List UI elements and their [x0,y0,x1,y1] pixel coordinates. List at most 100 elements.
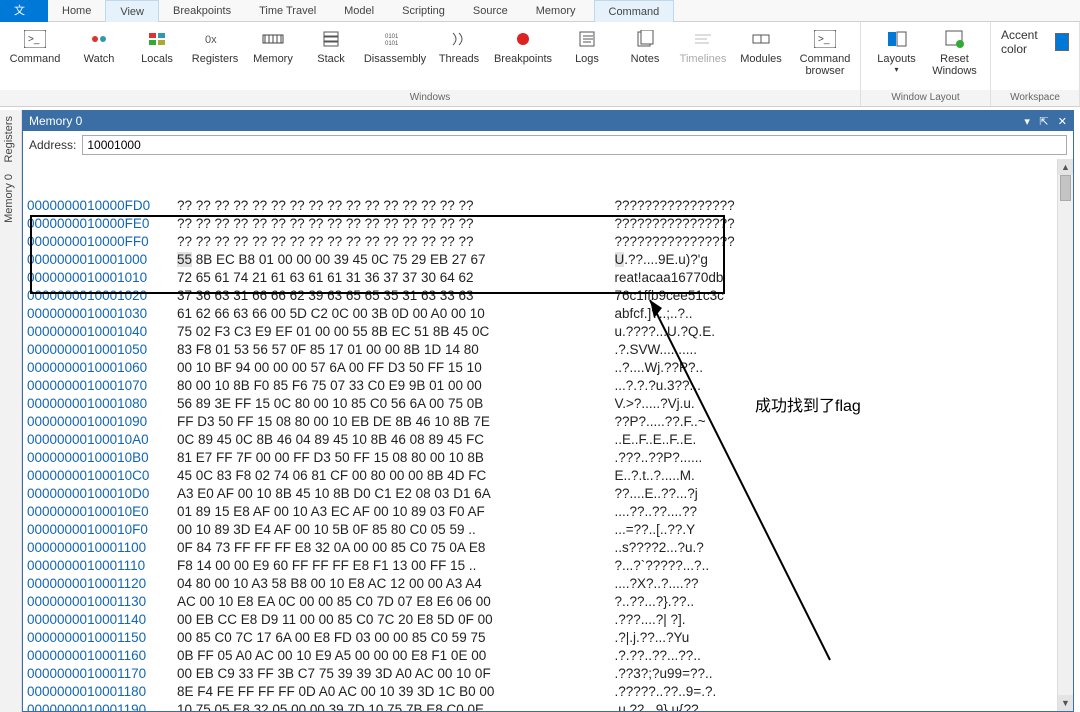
hex-row[interactable]: 00000000100011600B FF 05 A0 AC 00 10 E9 … [27,647,1069,665]
stack-icon [319,28,343,50]
ribbon-registers[interactable]: 0xRegisters [186,26,244,65]
hex-address: 0000000010001130 [27,593,177,611]
hex-dump[interactable]: 0000000010000FD0?? ?? ?? ?? ?? ?? ?? ?? … [23,159,1073,711]
hex-bytes: 04 80 00 10 A3 58 B8 00 10 E8 AC 12 00 0… [177,575,607,593]
svg-text:>_: >_ [818,34,830,45]
hex-row[interactable]: 0000000010000FF0?? ?? ?? ?? ?? ?? ?? ?? … [27,233,1069,251]
hex-ascii: ?..??...?}.??.. [607,593,694,611]
chevron-down-icon: ▾ [894,65,898,74]
hex-row[interactable]: 00000000100010D0A3 E0 AF 00 10 8B 45 10 … [27,485,1069,503]
scroll-down-icon[interactable]: ▼ [1058,695,1073,711]
hex-row[interactable]: 000000001000107080 00 10 8B F0 85 F6 75 … [27,377,1069,395]
hex-row[interactable]: 00000000100010F000 10 89 3D E4 AF 00 10 … [27,521,1069,539]
address-input[interactable] [82,135,1067,155]
memory-panel: Memory 0 ▾ ⇱ ✕ Address: 0000000010000FD0… [22,110,1074,712]
hex-row[interactable]: 000000001000119010 75 05 E8 32 05 00 00 … [27,701,1069,711]
ribbon-layouts[interactable]: Layouts▾ [868,26,926,74]
ribbon-notes[interactable]: Notes [616,26,674,65]
command-browser-icon: >_ [813,28,837,50]
ribbon-threads-label: Threads [439,53,479,65]
ribbon-threads[interactable]: Threads [430,26,488,65]
hex-ascii: .?.SVW.......... [607,341,697,359]
scrollbar-thumb[interactable] [1060,175,1071,201]
tab-memory[interactable]: Memory [522,0,590,22]
ribbon-tabs: 文件 Home View Breakpoints Time Travel Mod… [0,0,1080,22]
panel-title-text: Memory 0 [29,114,82,128]
hex-bytes: 72 65 61 74 21 61 63 61 61 31 36 37 37 3… [177,269,607,287]
hex-row[interactable]: 00000000100010A00C 89 45 0C 8B 46 04 89 … [27,431,1069,449]
ribbon-command-browser[interactable]: >_Commandbrowser [790,26,860,77]
hex-row[interactable]: 000000001000103061 62 66 63 66 00 5D C2 … [27,305,1069,323]
tab-file[interactable]: 文件 [0,0,48,22]
hex-row[interactable]: 000000001000117000 EB C9 33 FF 3B C7 75 … [27,665,1069,683]
hex-address: 0000000010001080 [27,395,177,413]
hex-row[interactable]: 00000000100011000F 84 73 FF FF FF E8 32 … [27,539,1069,557]
tab-timetravel[interactable]: Time Travel [245,0,330,22]
ribbon-locals[interactable]: Locals [128,26,186,65]
ribbon-reset-windows[interactable]: ResetWindows [926,26,984,77]
hex-row[interactable]: 000000001000104075 02 F3 C3 E9 EF 01 00 … [27,323,1069,341]
hex-row[interactable]: 0000000010000FD0?? ?? ?? ?? ?? ?? ?? ?? … [27,197,1069,215]
hex-bytes: 81 E7 FF 7F 00 00 FF D3 50 FF 15 08 80 0… [177,449,607,467]
hex-row[interactable]: 000000001000114000 EB CC E8 D9 11 00 00 … [27,611,1069,629]
accent-color-swatch[interactable] [1055,33,1069,51]
ribbon-locals-label: Locals [141,53,173,65]
ribbon-command[interactable]: >_Command [0,26,70,65]
ribbon-command-browser-label2: browser [805,65,844,77]
tab-view[interactable]: View [105,0,159,22]
sidebar-tabs: Registers Memory 0 [0,110,22,712]
hex-bytes: ?? ?? ?? ?? ?? ?? ?? ?? ?? ?? ?? ?? ?? ?… [177,215,607,233]
svg-text:>_: >_ [28,34,40,45]
hex-bytes: 00 85 C0 7C 17 6A 00 E8 FD 03 00 00 85 C… [177,629,607,647]
hex-row[interactable]: 000000001000112004 80 00 10 A3 58 B8 00 … [27,575,1069,593]
hex-row[interactable]: 00000000100010C045 0C 83 F8 02 74 06 81 … [27,467,1069,485]
tab-scripting[interactable]: Scripting [388,0,459,22]
hex-row[interactable]: 0000000010001110F8 14 00 00 E9 60 FF FF … [27,557,1069,575]
hex-row[interactable]: 00000000100010B081 E7 FF 7F 00 00 FF D3 … [27,449,1069,467]
ribbon-memory[interactable]: Memory [244,26,302,65]
hex-row[interactable]: 0000000010001090FF D3 50 FF 15 08 80 00 … [27,413,1069,431]
sidebar-registers[interactable]: Registers [0,110,18,168]
tab-breakpoints[interactable]: Breakpoints [159,0,245,22]
tab-model[interactable]: Model [330,0,388,22]
hex-row[interactable]: 000000001000115000 85 C0 7C 17 6A 00 E8 … [27,629,1069,647]
tab-home[interactable]: Home [48,0,105,22]
panel-close-icon[interactable]: ✕ [1058,116,1067,128]
ribbon-stack[interactable]: Stack [302,26,360,65]
hex-address: 0000000010001010 [27,269,177,287]
vertical-scrollbar[interactable]: ▲ ▼ [1057,159,1073,711]
hex-row[interactable]: 000000001000100055 8B EC B8 01 00 00 00 … [27,251,1069,269]
hex-row[interactable]: 0000000010000FE0?? ?? ?? ?? ?? ?? ?? ?? … [27,215,1069,233]
hex-address: 0000000010001150 [27,629,177,647]
panel-dropdown-icon[interactable]: ▾ [1024,116,1030,128]
hex-row[interactable]: 0000000010001130AC 00 10 E8 EA 0C 00 00 … [27,593,1069,611]
hex-row[interactable]: 00000000100011808E F4 FE FF FF FF 0D A0 … [27,683,1069,701]
hex-ascii: .???....?| ?]. [607,611,686,629]
hex-address: 0000000010001050 [27,341,177,359]
hex-address: 0000000010000FE0 [27,215,177,233]
hex-ascii: ...=??..[..??.Y [607,521,695,539]
hex-row[interactable]: 000000001000101072 65 61 74 21 61 63 61 … [27,269,1069,287]
sidebar-memory0[interactable]: Memory 0 [0,168,18,229]
ribbon-breakpoints[interactable]: Breakpoints [488,26,558,65]
panel-pin-icon[interactable]: ⇱ [1039,116,1048,128]
ribbon-breakpoints-label: Breakpoints [494,53,552,65]
ribbon-timelines-label: Timelines [680,53,727,65]
ribbon-watch[interactable]: Watch [70,26,128,65]
ribbon-modules-label: Modules [740,53,782,65]
hex-row[interactable]: 000000001000102037 36 63 31 66 66 62 39 … [27,287,1069,305]
hex-row[interactable]: 00000000100010E001 89 15 E8 AF 00 10 A3 … [27,503,1069,521]
scroll-up-icon[interactable]: ▲ [1058,159,1073,175]
hex-bytes: 37 36 63 31 66 66 62 39 63 65 65 35 31 6… [177,287,607,305]
ribbon-disassembly[interactable]: 01010101Disassembly [360,26,430,65]
hex-row[interactable]: 000000001000106000 10 BF 94 00 00 00 57 … [27,359,1069,377]
ribbon-logs[interactable]: Logs [558,26,616,65]
ribbon-modules[interactable]: Modules [732,26,790,65]
ribbon-memory-label: Memory [253,53,293,65]
tab-source[interactable]: Source [459,0,522,22]
hex-row[interactable]: 000000001000108056 89 3E FF 15 0C 80 00 … [27,395,1069,413]
terminal-icon: >_ [23,28,47,50]
tab-command[interactable]: Command [594,0,675,22]
hex-bytes: 0B FF 05 A0 AC 00 10 E9 A5 00 00 00 E8 F… [177,647,607,665]
hex-row[interactable]: 000000001000105083 F8 01 53 56 57 0F 85 … [27,341,1069,359]
